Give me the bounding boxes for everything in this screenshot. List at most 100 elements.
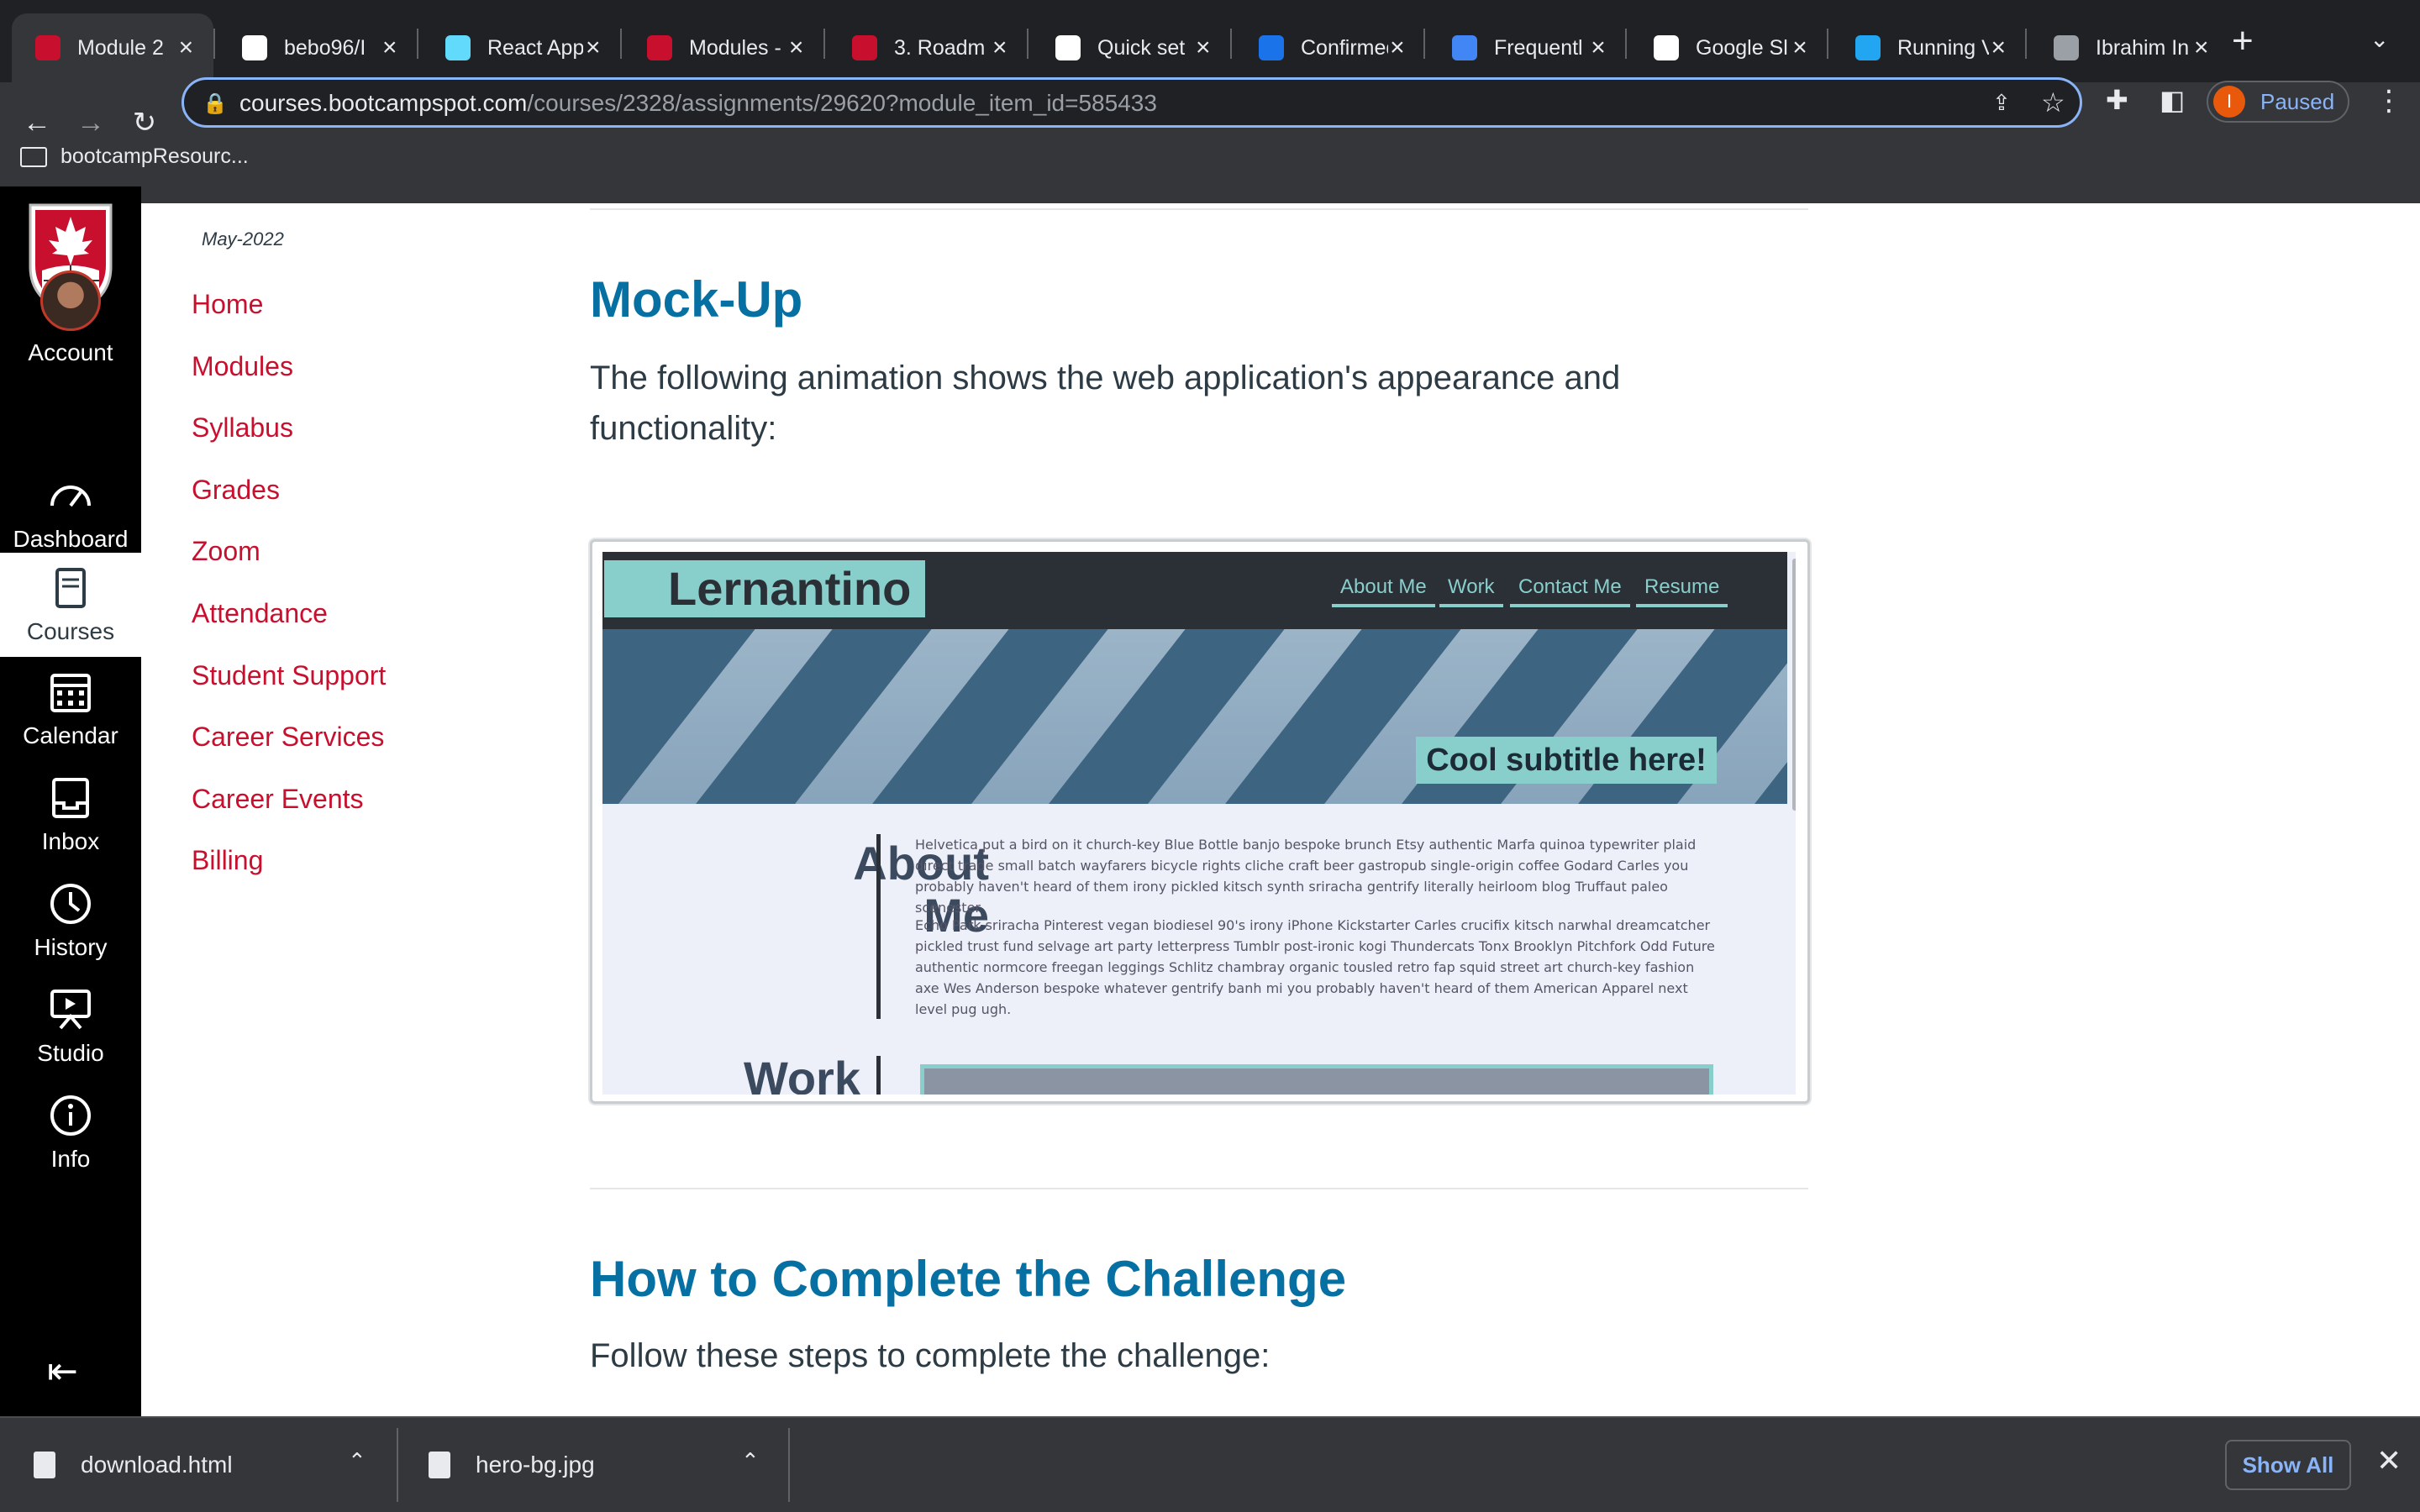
info-icon <box>50 1095 91 1136</box>
tab-title: Module 2 <box>77 35 164 60</box>
file-icon <box>429 1452 450 1478</box>
tab-search-icon[interactable]: ⌄ <box>2370 25 2389 53</box>
address-bar[interactable]: 🔒 courses.bootcampspot.com/courses/2328/… <box>182 77 2082 128</box>
new-tab-button[interactable]: + <box>2232 20 2254 62</box>
browser-tab[interactable]: bebo96/I × <box>218 13 417 82</box>
tab-title: Quick set <box>1097 35 1186 60</box>
nav-calendar[interactable]: Calendar <box>0 669 141 749</box>
collapse-nav-icon[interactable]: ⇤ <box>47 1350 78 1393</box>
chevron-up-icon[interactable]: ⌃ <box>741 1448 760 1474</box>
downloads-bar: download.html ⌃ hero-bg.jpg ⌃ Show All ✕ <box>0 1416 2420 1512</box>
profile-status: Paused <box>2260 88 2335 114</box>
global-navigation: Account Dashboard Courses Calendar Inbox… <box>0 186 141 1416</box>
mockup-nav-contact: Contact Me <box>1510 575 1630 607</box>
favicon-icon <box>1259 35 1284 60</box>
course-nav-career-services[interactable]: Career Services <box>192 722 386 784</box>
course-nav-home[interactable]: Home <box>192 289 386 351</box>
browser-tab[interactable]: Frequentl × <box>1428 13 1625 82</box>
course-nav-career-events[interactable]: Career Events <box>192 784 386 846</box>
dashboard-icon <box>50 486 91 507</box>
bookmarks-bar: bootcampResourc... <box>0 138 2420 186</box>
download-item[interactable]: download.html ⌃ <box>34 1418 378 1512</box>
close-icon[interactable]: ✕ <box>2376 1443 2402 1478</box>
tab-title: Google Sl <box>1696 35 1788 60</box>
mockup-brand: Lernantino <box>604 560 925 617</box>
section-divider <box>590 208 1808 210</box>
challenge-heading: How to Complete the Challenge <box>590 1251 1347 1307</box>
mockup-nav-about: About Me <box>1332 575 1435 607</box>
extensions-icon[interactable]: ✚ <box>2106 84 2128 116</box>
close-tab-icon[interactable]: × <box>990 34 1010 62</box>
favicon-icon <box>35 35 60 60</box>
profile-button[interactable]: I Paused <box>2207 81 2349 123</box>
mockup-scrollbar <box>1792 559 1796 811</box>
share-icon[interactable]: ⇪ <box>1992 90 2011 116</box>
mockup-nav-work: Work <box>1439 575 1503 607</box>
profile-avatar: I <box>2213 86 2245 118</box>
favicon-icon <box>852 35 877 60</box>
nav-account[interactable]: Account <box>0 270 141 366</box>
mockup-paragraph-1: Helvetica put a bird on it church-key Bl… <box>915 837 1697 916</box>
chevron-up-icon[interactable]: ⌃ <box>348 1448 366 1474</box>
mockup-nav-resume: Resume <box>1636 575 1728 607</box>
mockup-paragraph-2: Echo Park sriracha Pinterest vegan biodi… <box>915 917 1715 1017</box>
browser-tab[interactable]: Module 2 × <box>12 13 213 82</box>
browser-tab[interactable]: Running V × <box>1832 13 2025 82</box>
mockup-subtitle: Cool subtitle here! <box>1416 737 1717 784</box>
nav-history[interactable]: History <box>0 880 141 961</box>
mockup-work-heading: Work <box>744 1052 860 1095</box>
close-tab-icon[interactable]: × <box>380 34 400 62</box>
favicon-icon <box>1654 35 1679 60</box>
favicon-icon <box>445 35 471 60</box>
course-nav-billing[interactable]: Billing <box>192 845 386 907</box>
browser-tab[interactable]: Quick set × <box>1032 13 1230 82</box>
mockup-divider <box>876 1056 881 1095</box>
close-tab-icon[interactable]: × <box>786 34 807 62</box>
close-tab-icon[interactable]: × <box>1388 34 1407 62</box>
browser-tab[interactable]: Google Sl × <box>1630 13 1827 82</box>
course-nav-student-support[interactable]: Student Support <box>192 660 386 722</box>
favicon-icon <box>647 35 672 60</box>
show-all-downloads-button[interactable]: Show All <box>2225 1440 2351 1490</box>
course-nav-modules[interactable]: Modules <box>192 351 386 413</box>
close-tab-icon[interactable]: × <box>1193 34 1213 62</box>
mockup-heading: Mock-Up <box>590 271 803 328</box>
nav-courses[interactable]: Courses <box>0 553 141 657</box>
tab-title: Frequentl <box>1494 35 1583 60</box>
download-item[interactable]: hero-bg.jpg ⌃ <box>429 1418 773 1512</box>
history-icon <box>50 884 91 924</box>
bookmark-star-icon[interactable]: ☆ <box>2041 87 2065 118</box>
nav-inbox[interactable]: Inbox <box>0 774 141 855</box>
course-nav-grades[interactable]: Grades <box>192 475 386 537</box>
browser-tab[interactable]: Modules - × <box>623 13 823 82</box>
close-tab-icon[interactable]: × <box>176 34 197 62</box>
tab-title: Ibrahim In <box>2096 35 2190 60</box>
close-tab-icon[interactable]: × <box>1588 34 1608 62</box>
tab-strip: Module 2 × bebo96/I × React App × Modules - × 3.… <box>0 0 2420 82</box>
mockup-work-image <box>920 1064 1713 1095</box>
course-nav-attendance[interactable]: Attendance <box>192 598 386 660</box>
favicon-icon <box>1452 35 1477 60</box>
tab-title: Modules - <box>689 35 781 60</box>
close-tab-icon[interactable]: × <box>2191 34 2212 62</box>
close-tab-icon[interactable]: × <box>1989 34 2008 62</box>
side-panel-icon[interactable]: ◧ <box>2160 84 2185 116</box>
browser-tab[interactable]: React App × <box>422 13 620 82</box>
close-tab-icon[interactable]: × <box>1790 34 1810 62</box>
course-navigation: Home Modules Syllabus Grades Zoom Attend… <box>192 289 386 907</box>
course-nav-zoom[interactable]: Zoom <box>192 536 386 598</box>
close-tab-icon[interactable]: × <box>583 34 603 62</box>
nav-studio[interactable]: Studio <box>0 986 141 1067</box>
url-text: courses.bootcampspot.com/courses/2328/as… <box>239 90 1157 116</box>
bookmark-folder[interactable]: bootcampResourc... <box>20 144 249 169</box>
course-nav-syllabus[interactable]: Syllabus <box>192 412 386 475</box>
mockup-page: Lernantino About Me Work Contact Me Resu… <box>602 552 1796 1095</box>
browser-tab[interactable]: Ibrahim In × <box>2030 13 2228 82</box>
nav-info[interactable]: Info <box>0 1092 141 1173</box>
browser-menu-icon[interactable]: ⋮ <box>2375 84 2403 118</box>
browser-tab[interactable]: 3. Roadm × <box>829 13 1027 82</box>
nav-dashboard[interactable]: Dashboard <box>0 472 141 553</box>
browser-tab[interactable]: Confirmed× <box>1235 13 1423 82</box>
lock-icon[interactable]: 🔒 <box>203 92 228 116</box>
calendar-icon <box>50 674 91 712</box>
